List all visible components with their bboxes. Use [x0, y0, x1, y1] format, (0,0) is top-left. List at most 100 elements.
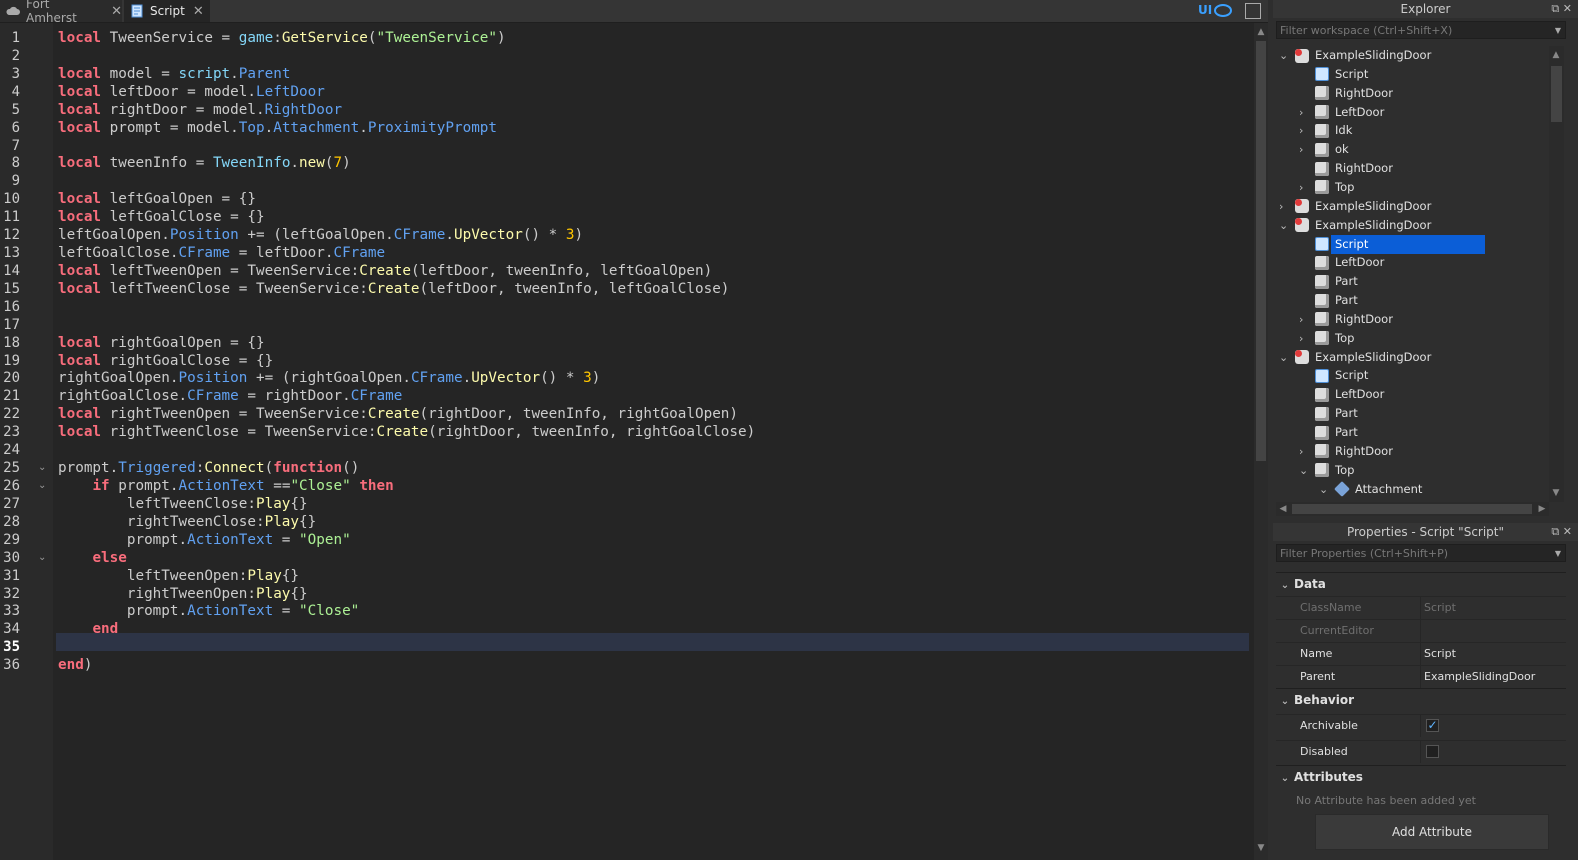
code-line[interactable]: prompt.Triggered:Connect(function() — [58, 459, 359, 477]
explorer-hscrollbar[interactable]: ◀ ▶ — [1276, 502, 1549, 516]
code-line[interactable]: prompt.ActionText = "Close" — [58, 602, 359, 620]
close-icon[interactable]: ✕ — [193, 4, 204, 19]
prop-archivable[interactable]: Archivable ✓ — [1276, 714, 1566, 737]
tree-item[interactable]: LeftDoor — [1299, 253, 1384, 272]
tree-item[interactable]: › Top — [1299, 178, 1354, 197]
code-line[interactable]: local rightDoor = model.RightDoor — [58, 101, 342, 119]
archivable-checkbox[interactable]: ✓ — [1426, 719, 1439, 732]
code-line[interactable]: local rightGoalOpen = {} — [58, 334, 265, 352]
chevron-down-icon[interactable]: ⌄ — [1279, 216, 1291, 235]
tree-item[interactable]: › ok — [1299, 140, 1349, 159]
code-line[interactable]: local leftGoalOpen = {} — [58, 190, 256, 208]
prop-currenteditor[interactable]: CurrentEditor — [1276, 619, 1566, 642]
tree-item[interactable]: Part — [1299, 423, 1358, 442]
scroll-up-icon[interactable]: ▲ — [1254, 25, 1268, 39]
script-editor[interactable]: 1 2 3 4 5 6 7 8 9 10 11 12 13 14 15 16 17 18 19 20 21 22 23 24 2… — [0, 23, 1256, 860]
chevron-down-icon[interactable]: ⌄ — [1279, 348, 1291, 367]
tree-item[interactable]: ⌄ ExampleSlidingDoor — [1279, 348, 1431, 367]
explorer-filter-input[interactable]: Filter workspace (Ctrl+Shift+X) ▼ — [1276, 21, 1566, 39]
code-line[interactable]: local tweenInfo = TweenInfo.new(7) — [58, 154, 351, 172]
add-attribute-button[interactable]: Add Attribute — [1315, 814, 1549, 850]
code-line[interactable]: rightTweenOpen:Play{} — [58, 585, 308, 603]
prop-name-row[interactable]: Name Script — [1276, 642, 1566, 665]
prop-disabled[interactable]: Disabled — [1276, 740, 1566, 763]
tree-item[interactable]: › LeftDoor — [1299, 103, 1384, 122]
scroll-left-icon[interactable]: ◀ — [1276, 502, 1290, 516]
tree-item[interactable]: RightDoor — [1299, 84, 1393, 103]
code-line[interactable]: local rightGoalClose = {} — [58, 352, 273, 370]
code-line[interactable]: prompt.ActionText = "Open" — [58, 531, 351, 549]
code-line[interactable]: local rightTweenOpen = TweenService:Crea… — [58, 405, 738, 423]
chevron-right-icon[interactable]: › — [1299, 140, 1311, 159]
tree-item[interactable]: Part — [1299, 291, 1358, 310]
explorer-tree[interactable]: ⌄ ExampleSlidingDoor Script RightDoor › LeftD… — [1273, 46, 1549, 502]
section-attributes[interactable]: ⌄ Attributes — [1276, 765, 1566, 788]
dropdown-arrow-icon[interactable]: ▼ — [1555, 545, 1561, 563]
section-data[interactable]: ⌄ Data — [1276, 572, 1566, 595]
tree-item[interactable]: › Idk — [1299, 121, 1352, 140]
prop-parent[interactable]: Parent ExampleSlidingDoor — [1276, 665, 1566, 688]
scrollbar-thumb[interactable] — [1256, 41, 1266, 461]
chevron-down-icon[interactable]: ⌄ — [1319, 480, 1331, 499]
tree-item[interactable]: RightDoor — [1299, 159, 1393, 178]
tree-item[interactable]: Script — [1299, 65, 1368, 84]
chevron-right-icon[interactable]: › — [1299, 103, 1311, 122]
chevron-right-icon[interactable]: › — [1299, 329, 1311, 348]
code-line[interactable]: rightGoalOpen.Position += (rightGoalOpen… — [58, 369, 600, 387]
fold-chevron-icon[interactable]: ⌄ — [38, 481, 48, 491]
scroll-up-icon[interactable]: ▲ — [1549, 48, 1563, 62]
chevron-right-icon[interactable]: › — [1299, 121, 1311, 140]
code-line[interactable]: local leftGoalClose = {} — [58, 208, 265, 226]
close-icon[interactable]: ✕ — [111, 4, 122, 19]
properties-filter-input[interactable]: Filter Properties (Ctrl+Shift+P) ▼ — [1276, 544, 1566, 562]
tree-item[interactable]: ⌄ Top — [1299, 461, 1354, 480]
disabled-checkbox[interactable] — [1426, 745, 1439, 758]
tree-item[interactable]: Script — [1299, 366, 1368, 385]
code-line[interactable]: leftTweenOpen:Play{} — [58, 567, 299, 585]
code-line[interactable]: end — [58, 620, 118, 638]
chevron-right-icon[interactable]: › — [1299, 310, 1311, 329]
chevron-right-icon[interactable]: › — [1299, 442, 1311, 461]
tree-item[interactable]: ⌄ ExampleSlidingDoor — [1279, 46, 1431, 65]
code-line[interactable]: local leftDoor = model.LeftDoor — [58, 83, 325, 101]
chevron-down-icon[interactable]: ⌄ — [1279, 46, 1291, 65]
fold-chevron-icon[interactable]: ⌄ — [38, 552, 48, 563]
scroll-down-icon[interactable]: ▼ — [1549, 486, 1563, 500]
section-behavior[interactable]: ⌄ Behavior — [1276, 688, 1566, 711]
ui-visibility-toggle[interactable]: UI — [1198, 3, 1233, 17]
prop-value[interactable]: ExampleSlidingDoor — [1424, 666, 1564, 688]
code-line[interactable]: leftTweenClose:Play{} — [58, 495, 308, 513]
code-line[interactable]: leftGoalClose.CFrame = leftDoor.CFrame — [58, 244, 385, 262]
code-line[interactable]: rightTweenClose:Play{} — [58, 513, 316, 531]
tree-item[interactable]: › RightDoor — [1299, 442, 1393, 461]
chevron-right-icon[interactable]: › — [1279, 197, 1291, 216]
close-icon[interactable]: ✕ — [1563, 525, 1572, 538]
scrollbar-thumb[interactable] — [1551, 66, 1562, 122]
tree-item[interactable]: › RightDoor — [1299, 310, 1393, 329]
code-line[interactable]: local leftTweenOpen = TweenService:Creat… — [58, 262, 712, 280]
tree-item[interactable]: Script — [1299, 234, 1485, 254]
code-line[interactable]: rightGoalClose.CFrame = rightDoor.CFrame — [58, 387, 402, 405]
tab-fort-amherst[interactable]: Fort Amherst ✕ — [0, 0, 122, 25]
tree-item[interactable]: ⌄ Attachment — [1319, 480, 1422, 499]
explorer-scrollbar[interactable]: ▲ ▼ — [1549, 46, 1564, 502]
tree-item[interactable]: LeftDoor — [1299, 385, 1384, 404]
code-line[interactable]: local model = script.Parent — [58, 65, 290, 83]
code-line[interactable]: local prompt = model.Top.Attachment.Prox… — [58, 119, 497, 137]
undock-icon[interactable]: ⧉ — [1551, 2, 1559, 15]
code-line[interactable]: end) — [58, 656, 92, 674]
chevron-right-icon[interactable]: › — [1299, 178, 1311, 197]
code-line[interactable]: local rightTweenClose = TweenService:Cre… — [58, 423, 755, 441]
tab-script[interactable]: Script ✕ — [124, 0, 210, 22]
code-line[interactable]: leftGoalOpen.Position += (leftGoalOpen.C… — [58, 226, 583, 244]
code-line[interactable]: else — [58, 549, 126, 567]
chevron-down-icon[interactable]: ⌄ — [1299, 461, 1311, 480]
tree-item[interactable]: Part — [1299, 272, 1358, 291]
code-line[interactable]: if prompt.ActionText =="Close" then — [58, 477, 393, 495]
scrollbar-thumb[interactable] — [1292, 504, 1532, 514]
scroll-right-icon[interactable]: ▶ — [1535, 502, 1549, 516]
dock-icon[interactable] — [1245, 3, 1261, 19]
prop-classname[interactable]: ClassName Script — [1276, 596, 1566, 619]
tree-item[interactable]: › ExampleSlidingDoor — [1279, 197, 1431, 216]
dropdown-arrow-icon[interactable]: ▼ — [1555, 22, 1561, 40]
